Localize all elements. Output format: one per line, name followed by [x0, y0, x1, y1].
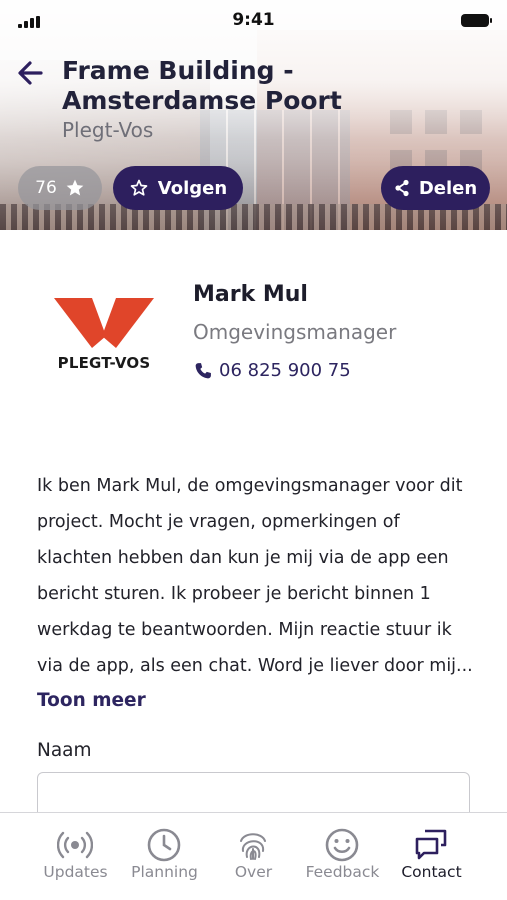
status-time: 9:41 [232, 10, 275, 30]
tab-label: Contact [401, 863, 462, 881]
rating-count: 76 [35, 178, 57, 198]
company-logo: PLEGT-VOS [50, 292, 158, 374]
name-field-label: Naam [37, 740, 92, 761]
chat-icon [415, 829, 447, 860]
battery-icon [461, 14, 492, 27]
share-icon [395, 179, 409, 197]
follow-button[interactable]: Volgen [113, 166, 243, 210]
clock-icon [147, 828, 181, 862]
contact-name: Mark Mul [193, 282, 308, 307]
project-header: 9:41 Frame Building - Amsterdamse Poort … [0, 0, 507, 230]
fingerprint-icon [240, 833, 266, 860]
star-icon [66, 179, 84, 196]
show-more-link[interactable]: Toon meer [37, 690, 146, 711]
bottom-tab-bar: Updates Planning Over Feedback Contact [0, 812, 507, 900]
tab-contact[interactable]: Contact [381, 813, 482, 900]
arrow-left-icon [18, 61, 43, 85]
plegt-vos-logo-icon [54, 298, 154, 348]
back-button[interactable] [14, 56, 48, 90]
tab-over[interactable]: Over [203, 813, 304, 900]
contact-bio: Ik ben Mark Mul, de omgevingsmanager voo… [37, 476, 473, 676]
tab-planning[interactable]: Planning [114, 813, 215, 900]
status-bar: 9:41 [0, 0, 507, 40]
share-button-label: Delen [418, 177, 478, 199]
phone-icon [195, 362, 211, 378]
tab-feedback[interactable]: Feedback [292, 813, 393, 900]
tab-label: Planning [131, 863, 198, 881]
tab-label: Updates [43, 863, 108, 881]
smiley-icon [325, 828, 359, 862]
page-subtitle: Plegt-Vos [62, 118, 154, 142]
tab-updates[interactable]: Updates [25, 813, 126, 900]
page-title: Frame Building - Amsterdamse Poort [62, 56, 342, 115]
contact-phone-link[interactable]: 06 825 900 75 [193, 360, 351, 381]
contact-phone-number: 06 825 900 75 [219, 360, 351, 381]
follow-button-label: Volgen [157, 177, 228, 199]
contact-role: Omgevingsmanager [193, 320, 397, 344]
tab-label: Feedback [305, 863, 380, 881]
tab-label: Over [234, 863, 273, 881]
logo-wordmark: PLEGT-VOS [57, 354, 151, 372]
broadcast-icon [57, 831, 93, 859]
star-outline-icon [130, 179, 148, 196]
rating-badge: 76 [18, 166, 102, 210]
share-button[interactable]: Delen [381, 166, 490, 210]
